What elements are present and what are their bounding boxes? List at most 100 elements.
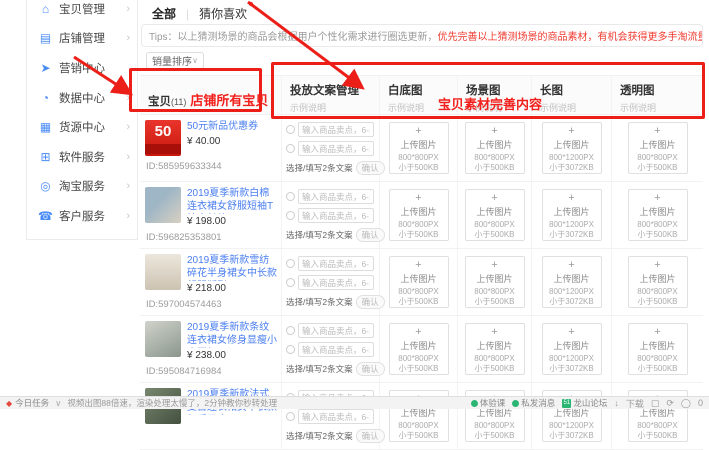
- upload-label: 上传图片: [543, 272, 601, 285]
- upload-label: 上传图片: [466, 339, 524, 352]
- example-link[interactable]: 示例说明: [290, 101, 379, 114]
- tab-guess-you-like[interactable]: 猜你喜欢: [199, 5, 247, 22]
- product-thumbnail[interactable]: [145, 321, 181, 357]
- copy-checkbox[interactable]: [286, 144, 295, 153]
- upload-white-bg-cell: +上传图片800*800PX小于500KB: [380, 383, 458, 449]
- example-link[interactable]: 示例说明: [388, 101, 457, 114]
- status-tray-icon[interactable]: ▢: [651, 398, 660, 409]
- plus-icon: +: [466, 260, 524, 271]
- copywriting-cell: 选择/填写2条文案确认取消: [282, 115, 380, 181]
- upload-scene-button[interactable]: +上传图片800*800PX小于500KB: [465, 189, 525, 241]
- status-item-体验课[interactable]: 体验课: [471, 397, 506, 409]
- sidebar-item-淘宝服务[interactable]: ◎淘宝服务›: [27, 172, 137, 202]
- status-item-label: 体验课: [480, 397, 506, 409]
- upload-transparent-button[interactable]: +上传图片800*800PX小于500KB: [628, 189, 688, 241]
- status-tray-icon[interactable]: 0: [698, 398, 703, 408]
- upload-scene-button[interactable]: +上传图片800*800PX小于500KB: [465, 122, 525, 174]
- upload-long-button[interactable]: +上传图片800*1200PX小于3072KB: [542, 256, 602, 308]
- copy-input-row: [286, 141, 375, 156]
- selling-point-input[interactable]: [298, 323, 374, 338]
- upload-white-bg-button[interactable]: +上传图片800*800PX小于500KB: [389, 122, 449, 174]
- upload-long-button[interactable]: +上传图片800*1200PX小于3072KB: [542, 323, 602, 375]
- status-item-龙山论坛[interactable]: 51龙山论坛: [562, 397, 607, 409]
- table-row: 5050元新品优惠券¥ 40.00ID:585959633344选择/填写2条文…: [140, 115, 703, 182]
- product-price: ¥ 40.00: [187, 136, 278, 147]
- content-tabs: 全部 | 猜你喜欢: [152, 5, 247, 22]
- selling-point-input[interactable]: [298, 141, 374, 156]
- selling-point-input[interactable]: [298, 208, 374, 223]
- copy-actions: 选择/填写2条文案确认取消: [286, 362, 375, 376]
- sidebar-item-label: 数据中心: [59, 90, 105, 106]
- copy-checkbox[interactable]: [286, 412, 295, 421]
- coupon-strip: [145, 144, 181, 154]
- tips-text: Tips：以上猜测场景的商品会根据用户个性化需求进行圈选更新，: [149, 28, 438, 43]
- copy-checkbox[interactable]: [286, 259, 295, 268]
- product-title-link[interactable]: 2019夏季新款白棉连衣裙女舒服短袖T恤中长款: [187, 187, 278, 214]
- column-header-long: 长图 示例说明: [532, 76, 612, 114]
- product-material-table: 宝贝(11)店铺所有宝贝 投放文案管理 示例说明 白底图 示例说明 场景图 示例…: [140, 75, 703, 450]
- product-title-link[interactable]: 2019夏季新款条纹连衣裙女修身显瘦小众网红: [187, 321, 278, 348]
- example-link[interactable]: 示例说明: [620, 101, 703, 114]
- product-cell: 2019夏季新款白棉连衣裙女舒服短袖T恤中长款¥ 198.00ID:596825…: [140, 182, 282, 248]
- table-row: 2019夏季新款雪纺碎花半身裙女中长款舒服版型¥ 218.00ID:597004…: [140, 249, 703, 316]
- example-link[interactable]: 示例说明: [466, 101, 531, 114]
- upload-white-bg-button[interactable]: +上传图片800*800PX小于500KB: [389, 189, 449, 241]
- product-thumbnail[interactable]: [145, 254, 181, 290]
- sidebar-item-营销中心[interactable]: ➤营销中心: [27, 53, 137, 83]
- product-thumbnail[interactable]: 50: [145, 120, 181, 156]
- copy-checkbox[interactable]: [286, 125, 295, 134]
- chevron-down-icon[interactable]: ∨: [55, 398, 61, 409]
- upload-spec: 800*800PX小于500KB: [466, 287, 524, 307]
- sidebar-item-数据中心[interactable]: ◔数据中心›: [27, 83, 137, 113]
- selling-point-input[interactable]: [298, 256, 374, 271]
- status-item-私发消息[interactable]: 私发消息: [512, 397, 555, 409]
- sales-sort-dropdown[interactable]: 销量排序 ∨: [146, 52, 204, 69]
- product-title-link[interactable]: 2019夏季新款雪纺碎花半身裙女中长款舒服版型: [187, 254, 278, 281]
- upload-transparent-button[interactable]: +上传图片800*800PX小于500KB: [628, 323, 688, 375]
- column-header-scene: 场景图 示例说明: [458, 76, 532, 114]
- copy-checkbox[interactable]: [286, 326, 295, 335]
- upload-white-bg-button[interactable]: +上传图片800*800PX小于500KB: [389, 323, 449, 375]
- upload-label: 上传图片: [466, 138, 524, 151]
- home-icon: ⌂: [38, 2, 53, 16]
- software-icon: ⊞: [38, 150, 53, 164]
- status-left-text[interactable]: 今日任务: [15, 397, 49, 409]
- selling-point-input[interactable]: [298, 342, 374, 357]
- upload-long-button[interactable]: +上传图片800*1200PX小于3072KB: [542, 122, 602, 174]
- sidebar-item-软件服务[interactable]: ⊞软件服务›: [27, 142, 137, 172]
- copy-checkbox[interactable]: [286, 278, 295, 287]
- selling-point-input[interactable]: [298, 409, 374, 424]
- selling-point-input[interactable]: [298, 275, 374, 290]
- status-tray-icon[interactable]: ↓: [614, 398, 619, 408]
- status-tray-icon[interactable]: ⟳: [666, 398, 674, 409]
- upload-scene-cell: +上传图片800*800PX小于500KB: [458, 249, 532, 315]
- upload-white-bg-button[interactable]: +上传图片800*800PX小于500KB: [389, 256, 449, 308]
- upload-label: 上传图片: [543, 205, 601, 218]
- plus-icon: +: [543, 193, 601, 204]
- upload-scene-button[interactable]: +上传图片800*800PX小于500KB: [465, 323, 525, 375]
- copy-checkbox[interactable]: [286, 211, 295, 220]
- sidebar-item-店铺管理[interactable]: ▤店铺管理›: [27, 24, 137, 54]
- product-thumbnail[interactable]: [145, 187, 181, 223]
- example-link[interactable]: 示例说明: [540, 101, 611, 114]
- status-item-label: 龙山论坛: [573, 397, 607, 409]
- sidebar-item-货源中心[interactable]: ▦货源中心›: [27, 112, 137, 142]
- sidebar-item-客户服务[interactable]: ☎客户服务›: [27, 201, 137, 231]
- coupon-amount: 50: [145, 120, 181, 144]
- upload-scene-button[interactable]: +上传图片800*800PX小于500KB: [465, 256, 525, 308]
- status-ticker-text[interactable]: 视频出图88倍速，渲染处理太慢了，2分钟教你秒转处理: [67, 397, 277, 409]
- upload-long-button[interactable]: +上传图片800*1200PX小于3072KB: [542, 189, 602, 241]
- upload-transparent-button[interactable]: +上传图片800*800PX小于500KB: [628, 122, 688, 174]
- upload-label: 上传图片: [390, 138, 448, 151]
- copy-checkbox[interactable]: [286, 345, 295, 354]
- upload-transparent-button[interactable]: +上传图片800*800PX小于500KB: [628, 256, 688, 308]
- status-tray-icon[interactable]: 下载: [626, 397, 644, 410]
- selling-point-input[interactable]: [298, 122, 374, 137]
- tab-all[interactable]: 全部: [152, 5, 176, 22]
- status-tray-icon[interactable]: ◯: [681, 398, 691, 409]
- sidebar-item-宝贝管理[interactable]: ⌂宝贝管理›: [27, 0, 137, 24]
- product-price: ¥ 218.00: [187, 283, 278, 294]
- selling-point-input[interactable]: [298, 189, 374, 204]
- product-title-link[interactable]: 50元新品优惠券: [187, 120, 278, 134]
- copy-checkbox[interactable]: [286, 192, 295, 201]
